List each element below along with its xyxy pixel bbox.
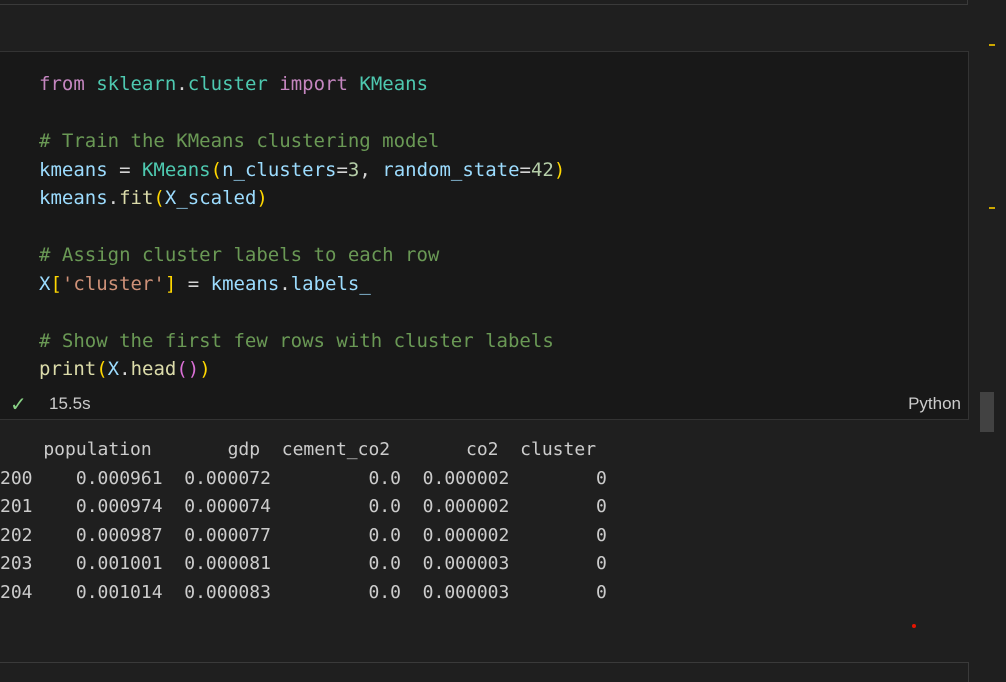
output-row: 201 0.000974 0.000074 0.0 0.000002 0 <box>0 496 607 517</box>
code-token: head <box>130 358 177 380</box>
code-token: ( <box>153 187 165 209</box>
output-row: 203 0.001001 0.000081 0.0 0.000003 0 <box>0 553 607 574</box>
success-check-icon: ✓ <box>10 392 27 416</box>
code-line[interactable] <box>39 99 565 128</box>
code-token: fit <box>119 187 154 209</box>
code-line[interactable]: from sklearn.cluster import KMeans <box>39 70 565 99</box>
code-token: . <box>119 358 131 380</box>
code-token: = <box>519 158 531 181</box>
code-line[interactable]: # Show the first few rows with cluster l… <box>39 327 565 356</box>
code-line[interactable] <box>39 213 565 242</box>
execution-time: 15.5s <box>49 394 91 413</box>
code-token: X <box>39 272 51 295</box>
code-token: . <box>279 272 291 295</box>
scrollbar-thumb[interactable] <box>980 392 994 432</box>
output-row: 200 0.000961 0.000072 0.0 0.000002 0 <box>0 467 607 489</box>
code-token: n_clusters <box>222 158 337 181</box>
code-line[interactable]: kmeans = KMeans(n_clusters=3, random_sta… <box>39 156 565 185</box>
code-token: , <box>359 158 383 181</box>
code-token: # Show the first few rows with cluster l… <box>39 329 554 352</box>
code-token: 42 <box>530 158 554 181</box>
code-line[interactable]: X['cluster'] = kmeans.labels_ <box>39 270 565 299</box>
error-marker-dot <box>912 624 916 628</box>
output-header-row: population gdp cement_co2 co2 cluster <box>0 439 597 460</box>
code-line[interactable]: kmeans.fit(X_scaled) <box>39 184 565 213</box>
code-token: import <box>279 73 348 95</box>
cell-output: population gdp cement_co2 co2 cluster 200… <box>0 436 607 607</box>
code-token: ) <box>199 358 211 380</box>
previous-cell-bottom <box>0 0 968 5</box>
overview-ruler-marker <box>989 207 995 209</box>
code-token: ) <box>553 158 566 181</box>
code-token: # Train the KMeans clustering model <box>39 130 440 152</box>
code-token: = <box>107 158 142 181</box>
code-token: () <box>176 358 200 380</box>
code-token: sklearn <box>96 73 177 95</box>
cell-language-button[interactable]: Python <box>908 394 961 414</box>
code-token: kmeans <box>39 187 108 209</box>
code-token: KMeans <box>141 158 211 181</box>
code-token: labels_ <box>290 272 371 295</box>
next-cell-top <box>0 662 969 682</box>
code-editor[interactable]: from sklearn.cluster import KMeans # Trai… <box>39 70 565 384</box>
code-token: from <box>39 73 85 95</box>
overview-ruler-marker <box>989 44 995 46</box>
code-token: ( <box>210 158 223 181</box>
code-token: = <box>176 272 211 295</box>
output-row: 202 0.000987 0.000077 0.0 0.000002 0 <box>0 524 607 546</box>
code-token: X_scaled <box>164 187 257 209</box>
code-token: kmeans <box>210 272 280 295</box>
code-token: . <box>176 73 188 95</box>
code-token: [ <box>50 272 62 295</box>
code-token: KMeans <box>359 73 429 95</box>
code-token: random_state <box>382 158 520 181</box>
code-token: print <box>39 358 97 380</box>
code-token: cluster <box>187 73 268 95</box>
code-line[interactable]: # Assign cluster labels to each row <box>39 241 565 270</box>
code-token: # Assign cluster labels to each row <box>39 244 440 266</box>
code-token: . <box>107 187 120 209</box>
code-line[interactable] <box>39 298 565 327</box>
code-token: 'cluster' <box>61 272 165 295</box>
code-token: ] <box>164 272 177 295</box>
code-token: kmeans <box>39 158 108 181</box>
code-token: X <box>107 358 120 380</box>
code-token: ) <box>256 187 268 209</box>
output-row: 204 0.001014 0.000083 0.0 0.000003 0 <box>0 581 607 603</box>
code-token: 3 <box>347 158 360 181</box>
code-token: ( <box>96 358 108 380</box>
code-line[interactable]: print(X.head()) <box>39 355 565 384</box>
code-line[interactable]: # Train the KMeans clustering model <box>39 127 565 156</box>
code-token: = <box>336 158 348 181</box>
